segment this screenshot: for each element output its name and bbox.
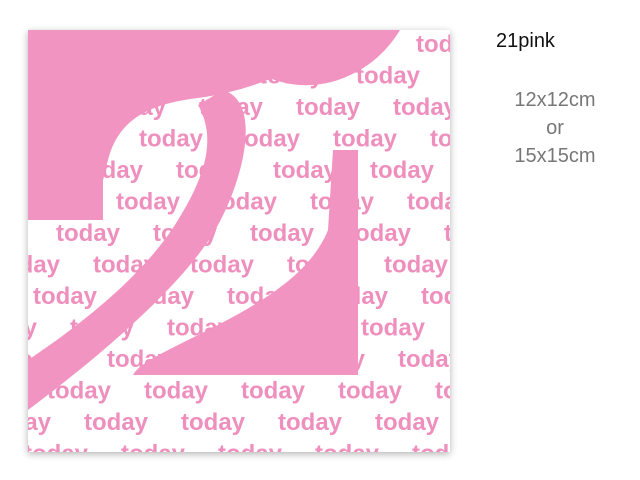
today-word: today	[28, 252, 61, 279]
today-word: today	[444, 220, 450, 247]
size-connector: or	[546, 117, 564, 139]
today-word: today	[28, 315, 38, 342]
today-word: today	[412, 441, 450, 453]
today-word: today	[315, 441, 380, 453]
today-word: today	[250, 220, 315, 247]
today-word: today	[190, 252, 255, 279]
today-word: today	[361, 315, 426, 342]
size-options: 12x12cm or 15x15cm	[484, 86, 626, 170]
today-word: today	[139, 126, 204, 153]
today-word: today	[241, 378, 306, 405]
today-word: today	[218, 441, 283, 453]
today-word: today	[430, 126, 450, 153]
today-word: today	[333, 126, 398, 153]
today-word: today	[144, 378, 209, 405]
today-word: today	[416, 31, 450, 58]
today-word: today	[296, 94, 361, 121]
today-word: today	[181, 409, 246, 436]
today-word: today	[116, 189, 181, 216]
size-option-12: 12x12cm	[514, 89, 596, 111]
today-word: today	[356, 63, 421, 90]
today-word: today	[338, 378, 403, 405]
today-word: today	[421, 283, 450, 310]
today-word: today	[273, 157, 338, 184]
today-word: today	[407, 189, 450, 216]
today-word: today	[370, 157, 435, 184]
today-word: today	[121, 441, 186, 453]
card-artwork: today today today today today today today today…	[28, 30, 450, 452]
today-word: today	[56, 220, 121, 247]
today-word: today	[398, 346, 450, 373]
today-word: today	[28, 441, 89, 453]
today-word: today	[28, 409, 52, 436]
card-image: today today today today today today today today…	[28, 30, 450, 452]
product-name: 21pink	[496, 30, 555, 52]
today-word: today	[33, 283, 98, 310]
today-word: today	[84, 409, 149, 436]
size-option-15: 15x15cm	[514, 145, 596, 167]
today-word: today	[384, 252, 449, 279]
today-word: today	[278, 409, 343, 436]
today-word: today	[435, 378, 450, 405]
today-word: today	[375, 409, 440, 436]
today-word: today	[393, 94, 450, 121]
